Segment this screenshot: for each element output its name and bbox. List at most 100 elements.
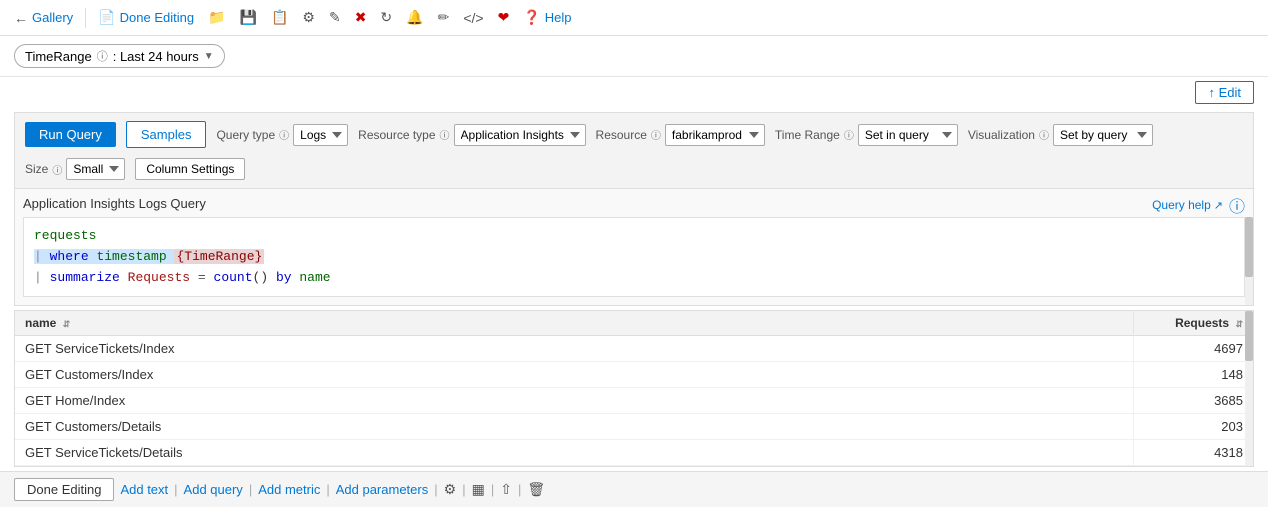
query-panel: Run Query Samples Query type ⓘ Logs Reso… [14, 112, 1254, 306]
gear-icon: ⚙ [302, 9, 315, 26]
nib-button[interactable]: ✏ [434, 7, 454, 28]
query-editor[interactable]: requests | where timestamp {TimeRange} |… [23, 217, 1245, 297]
resource-type-group: Resource type ⓘ Application Insights [358, 124, 585, 146]
separator-5: | [462, 482, 465, 497]
visualization-group: Visualization ⓘ Set by query [968, 124, 1153, 146]
cell-name: GET ServiceTickets/Details [15, 440, 1133, 466]
results-body: GET ServiceTickets/Index4697GET Customer… [15, 336, 1253, 466]
resource-type-select[interactable]: Application Insights [454, 124, 586, 146]
copy-button[interactable]: 📋 [267, 7, 292, 28]
table-row: GET Home/Index3685 [15, 388, 1253, 414]
resource-label: Resource [596, 128, 647, 142]
time-range-value: : Last 24 hours [113, 49, 199, 64]
clone-bottom-icon[interactable]: ▦ [472, 481, 485, 498]
add-text-link[interactable]: Add text [120, 482, 168, 497]
cell-requests: 3685 [1133, 388, 1253, 414]
col-header-name[interactable]: name ⇵ [15, 311, 1133, 336]
time-range-select[interactable]: Set in query [858, 124, 958, 146]
separator-4: | [434, 482, 437, 497]
toolbar-divider-1 [85, 8, 86, 28]
close-icon: ✖ [355, 9, 367, 26]
query-controls: Run Query Samples Query type ⓘ Logs Reso… [15, 113, 1253, 189]
chevron-down-icon: ▼ [204, 51, 214, 62]
add-metric-link[interactable]: Add metric [258, 482, 320, 497]
query-type-label: Query type [216, 128, 275, 142]
folder-button[interactable]: 📁 [204, 7, 229, 28]
col-name-label: name [25, 316, 56, 330]
settings-button[interactable]: ⚙ [298, 7, 319, 28]
resource-select[interactable]: fabrikamprod [665, 124, 765, 146]
query-help-link[interactable]: Query help ↗ [1152, 198, 1223, 212]
table-row: GET ServiceTickets/Index4697 [15, 336, 1253, 362]
add-parameters-link[interactable]: Add parameters [336, 482, 429, 497]
separator-2: | [249, 482, 252, 497]
pencil-icon: ✎ [329, 9, 341, 26]
up-bottom-icon[interactable]: ⇧ [500, 481, 512, 498]
size-select[interactable]: Small [66, 158, 125, 180]
table-row: GET Customers/Index148 [15, 362, 1253, 388]
cell-requests: 203 [1133, 414, 1253, 440]
heart-button[interactable]: ❤ [494, 7, 514, 28]
time-range-group: Time Range ⓘ Set in query [775, 124, 958, 146]
time-range-ctrl-label: Time Range [775, 128, 840, 142]
done-editing-top-button[interactable]: 📄 Done Editing [94, 7, 198, 28]
visualization-label: Visualization [968, 128, 1035, 142]
cell-requests: 4697 [1133, 336, 1253, 362]
cell-name: GET Home/Index [15, 388, 1133, 414]
samples-button[interactable]: Samples [126, 121, 207, 148]
query-type-select[interactable]: Logs [293, 124, 348, 146]
done-editing-bottom-button[interactable]: Done Editing [14, 478, 114, 501]
resource-group: Resource ⓘ fabrikamprod [596, 124, 765, 146]
separator-3: | [326, 482, 329, 497]
data-table: name ⇵ Requests ⇵ GET ServiceTickets/Ind… [15, 311, 1253, 466]
code-line-1: requests [34, 226, 1234, 247]
help-button[interactable]: ❓ Help [519, 7, 575, 28]
separator-1: | [174, 482, 177, 497]
table-row: GET Customers/Details203 [15, 414, 1253, 440]
question-icon: ❓ [523, 9, 540, 26]
save-icon: 💾 [240, 9, 257, 26]
table-header-row: name ⇵ Requests ⇵ [15, 311, 1253, 336]
save-button[interactable]: 💾 [236, 7, 261, 28]
gallery-button[interactable]: ← Gallery [10, 8, 77, 28]
results-scrollbar-thumb [1245, 311, 1253, 361]
add-query-link[interactable]: Add query [184, 482, 243, 497]
visualization-select[interactable]: Set by query [1053, 124, 1153, 146]
gear-bottom-icon[interactable]: ⚙ [444, 481, 457, 498]
results-table: name ⇵ Requests ⇵ GET ServiceTickets/Ind… [14, 310, 1254, 467]
column-settings-button[interactable]: Column Settings [135, 158, 245, 180]
cell-requests: 148 [1133, 362, 1253, 388]
folder-icon: 📁 [208, 9, 225, 26]
arrow-left-icon: ← [14, 10, 28, 26]
done-editing-label: Done Editing [120, 10, 194, 25]
code-button[interactable]: </> [459, 8, 487, 28]
bell-button[interactable]: 🔔 [402, 7, 427, 28]
size-group: Size ⓘ Small [25, 158, 125, 180]
query-title: Application Insights Logs Query [23, 196, 206, 211]
sort-icon-requests: ⇵ [1235, 319, 1243, 329]
cell-name: GET Customers/Details [15, 414, 1133, 440]
size-label: Size [25, 162, 48, 176]
results-scrollbar[interactable] [1245, 311, 1253, 466]
edit-button[interactable]: ↑ Edit [1195, 81, 1254, 104]
separator-7: | [518, 482, 521, 497]
run-query-button[interactable]: Run Query [25, 122, 116, 147]
trash-bottom-icon[interactable]: 🗑 [527, 481, 545, 498]
cell-name: GET Customers/Index [15, 362, 1133, 388]
table-row: GET ServiceTickets/Details4318 [15, 440, 1253, 466]
resource-type-info-icon: ⓘ [440, 127, 450, 142]
editor-scrollbar[interactable] [1245, 217, 1253, 305]
editor-scrollbar-thumb [1245, 217, 1253, 277]
pencil-button[interactable]: ✎ [325, 7, 345, 28]
subheader: TimeRange ⓘ : Last 24 hours ▼ [0, 36, 1268, 77]
time-range-pill[interactable]: TimeRange ⓘ : Last 24 hours ▼ [14, 44, 225, 68]
resource-type-label: Resource type [358, 128, 435, 142]
heart-icon: ❤ [498, 9, 510, 26]
visualization-info-icon: ⓘ [1039, 127, 1049, 142]
close-button[interactable]: ✖ [351, 7, 371, 28]
col-header-requests[interactable]: Requests ⇵ [1133, 311, 1253, 336]
size-info-icon: ⓘ [52, 162, 62, 177]
info-circle-icon: ⓘ [1229, 193, 1245, 217]
code-line-2: | where timestamp {TimeRange} [34, 247, 1234, 268]
refresh-button[interactable]: ↻ [376, 7, 396, 28]
